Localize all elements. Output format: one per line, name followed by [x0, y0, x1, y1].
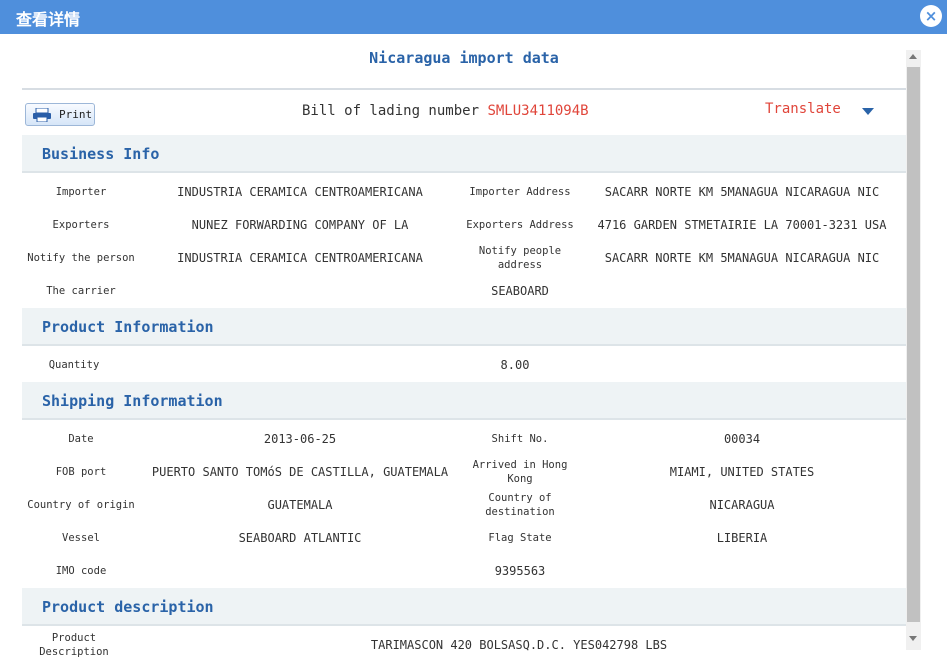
imo-code-label: IMO code: [55, 565, 107, 577]
importer-address-value: SACARR NORTE KM 5MANAGUA NICARAGUA NIC: [604, 185, 880, 199]
country-of-destination-value: NICARAGUA: [709, 498, 775, 512]
printer-icon: [33, 108, 51, 122]
notify-address-label: Notify people address: [460, 244, 580, 272]
arrived-label-line2: Kong: [507, 473, 533, 485]
section-heading: Product Information: [42, 318, 214, 336]
arrived-label-line1: Arrived in Hong: [472, 459, 568, 471]
product-description-label-line1: Product: [51, 632, 97, 644]
bill-of-lading: Bill of lading number SMLU3411094B: [302, 103, 589, 119]
importer-address-label: Importer Address: [469, 186, 571, 198]
carrier-label: The carrier: [46, 285, 116, 297]
dialog-titlebar: 查看详情: [0, 0, 947, 34]
translate-dropdown-icon[interactable]: [862, 108, 874, 115]
importer-label: Importer: [55, 186, 107, 198]
country-of-origin-label: Country of origin: [27, 499, 135, 511]
notify-address-label-line1: Notify people: [478, 245, 562, 257]
vessel-value: SEABOARD ATLANTIC: [238, 531, 362, 545]
country-of-destination-label: Country of destination: [460, 491, 580, 519]
date-label: Date: [68, 433, 94, 445]
fob-port-label: FOB port: [55, 466, 107, 478]
product-description-value: TARIMASCON 420 BOLSASQ.D.C. YES042798 LB…: [370, 638, 668, 652]
detail-content: Nicaragua import data Print Bill of ladi…: [22, 34, 906, 664]
carrier-value: SEABOARD: [491, 284, 549, 298]
notify-label: Notify the person: [27, 252, 135, 264]
exporters-address-label: Exporters Address: [466, 219, 574, 231]
importer-value: INDUSTRIA CERAMICA CENTROAMERICANA: [177, 185, 423, 199]
imo-code-value: 9395563: [494, 564, 546, 578]
scroll-up-icon[interactable]: [909, 54, 917, 59]
fob-port-value: PUERTO SANTO TOMóS DE CASTILLA, GUATEMAL…: [151, 465, 449, 479]
section-business-info: Business Info: [22, 135, 906, 173]
scrollbar-thumb[interactable]: [907, 67, 920, 622]
translate-link[interactable]: Translate: [765, 101, 841, 117]
quantity-label: Quantity: [48, 359, 100, 371]
print-button[interactable]: Print: [25, 103, 95, 126]
dialog-title: 查看详情: [16, 10, 81, 29]
arrived-label: Arrived in Hong Kong: [460, 458, 580, 486]
page-title: Nicaragua import data: [369, 49, 559, 67]
date-value: 2013-06-25: [263, 432, 337, 446]
section-product-information: Product Information: [22, 308, 906, 346]
divider: [22, 88, 906, 90]
exporters-value: NUNEZ FORWARDING COMPANY OF LA: [191, 218, 409, 232]
notify-address-label-line2: address: [497, 259, 543, 271]
product-description-label-line2: Description: [39, 646, 109, 658]
print-label: Print: [59, 108, 93, 121]
shift-label: Shift No.: [491, 433, 549, 445]
section-heading: Business Info: [42, 145, 160, 163]
bol-label: Bill of lading number: [302, 103, 480, 119]
notify-value: INDUSTRIA CERAMICA CENTROAMERICANA: [177, 251, 423, 265]
exporters-address-value: 4716 GARDEN STMETAIRIE LA 70001-3231 USA: [597, 218, 887, 232]
arrived-value: MIAMI, UNITED STATES: [669, 465, 815, 479]
section-heading: Product description: [42, 598, 214, 616]
shift-value: 00034: [723, 432, 761, 446]
bol-number: SMLU3411094B: [487, 103, 589, 119]
destination-label-line1: Country of: [488, 492, 552, 504]
section-shipping-information: Shipping Information: [22, 382, 906, 420]
exporters-label: Exporters: [52, 219, 110, 231]
destination-label-line2: destination: [485, 506, 555, 518]
flag-state-label: Flag State: [488, 532, 552, 544]
quantity-value: 8.00: [500, 358, 530, 372]
vessel-label: Vessel: [62, 532, 100, 544]
product-description-label: Product Description: [22, 631, 126, 659]
close-icon[interactable]: ×: [920, 5, 942, 27]
scroll-down-icon[interactable]: [909, 636, 917, 641]
notify-address-value: SACARR NORTE KM 5MANAGUA NICARAGUA NIC: [604, 251, 880, 265]
country-of-origin-value: GUATEMALA: [267, 498, 333, 512]
flag-state-value: LIBERIA: [716, 531, 768, 545]
section-product-description: Product description: [22, 588, 906, 626]
section-heading: Shipping Information: [42, 392, 223, 410]
